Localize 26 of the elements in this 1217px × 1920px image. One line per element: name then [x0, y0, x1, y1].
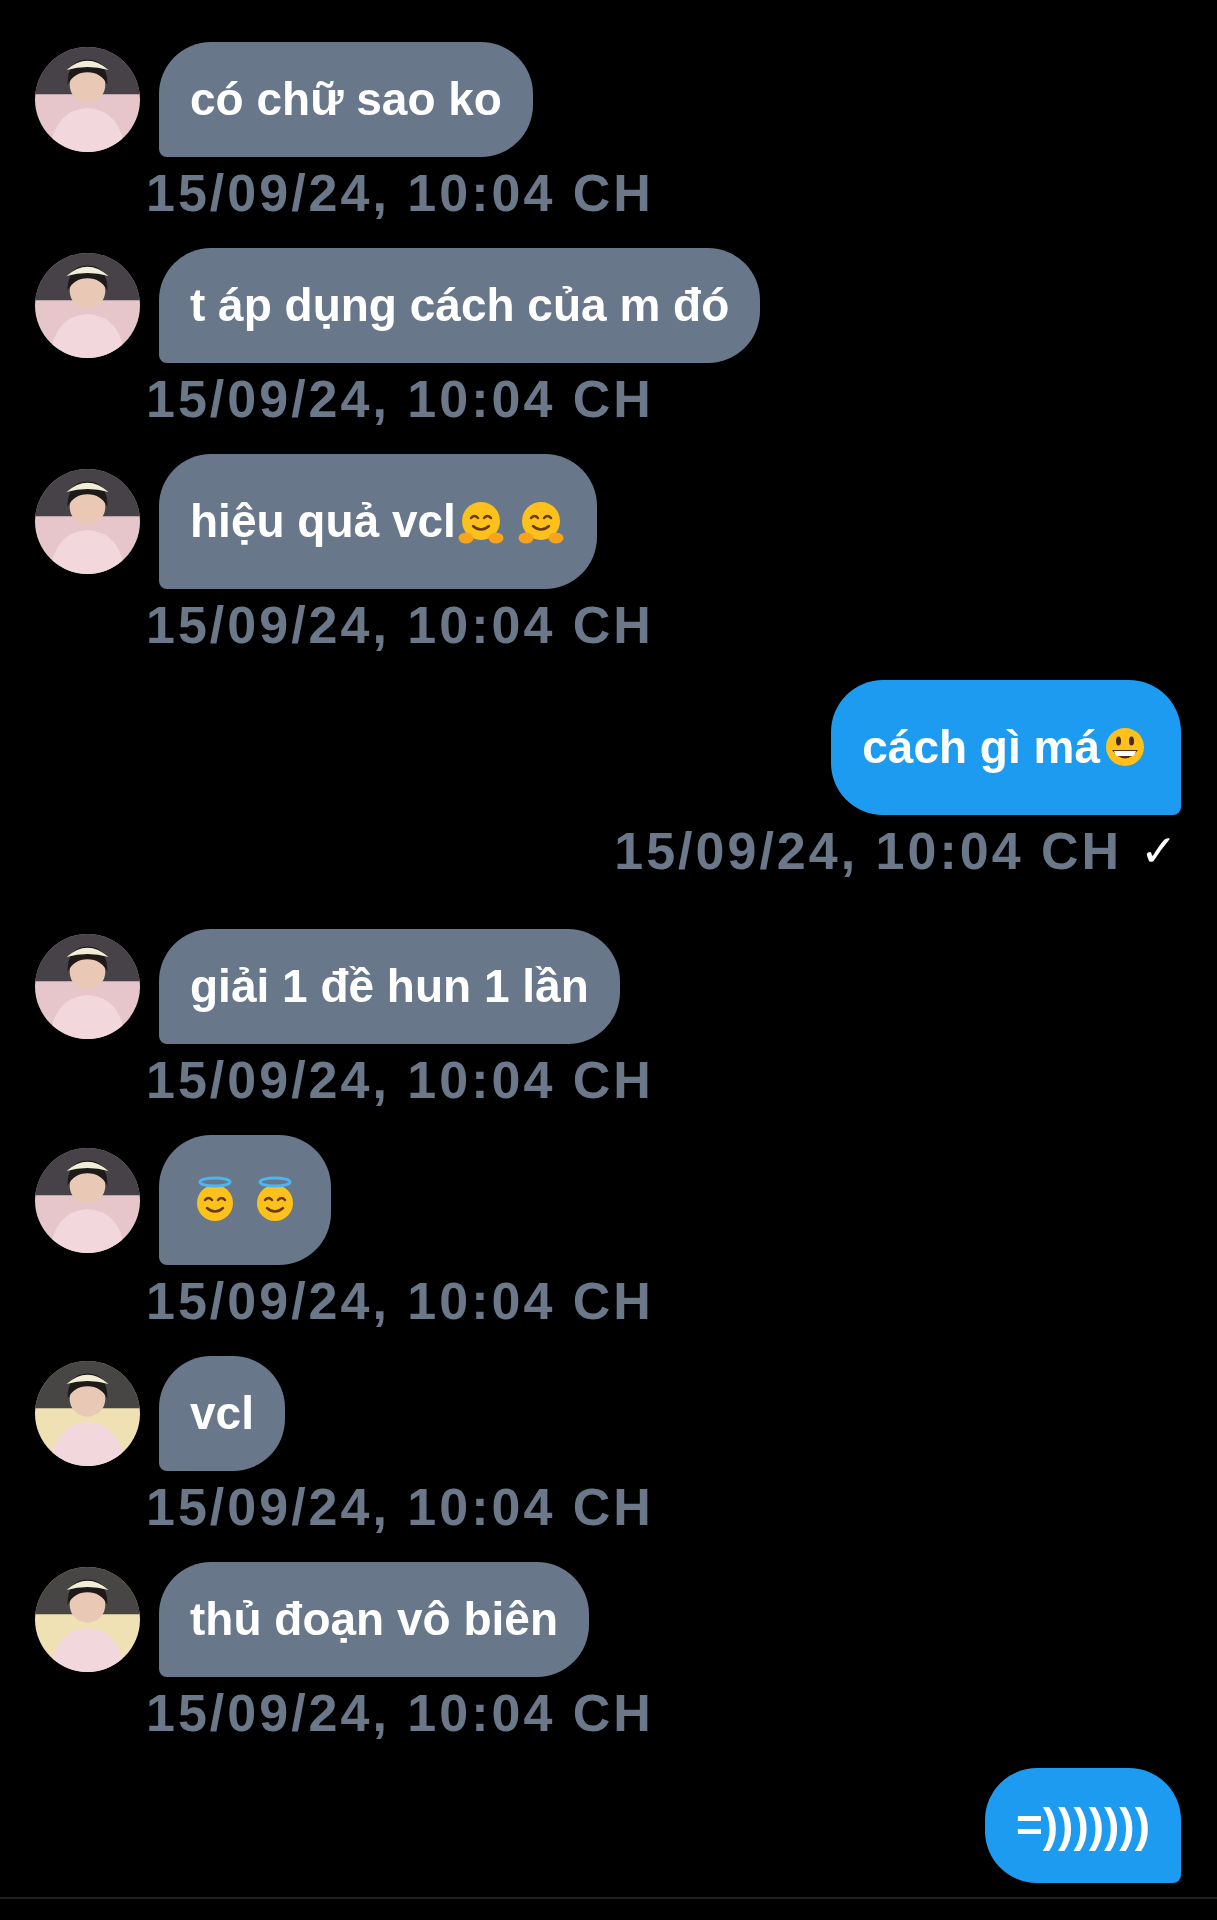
- message-bubble[interactable]: giải 1 đề hun 1 lần: [159, 929, 620, 1044]
- message-bubble[interactable]: hiệu quả vcl: [159, 454, 597, 589]
- timestamp: 15/09/24, 10:04 CH: [146, 165, 654, 221]
- message-text: hiệu quả vcl: [190, 494, 456, 549]
- message-bubble[interactable]: thủ đoạn vô biên: [159, 1562, 589, 1677]
- timestamp: 15/09/24, 10:04 CH: [146, 1052, 654, 1108]
- message-text: thủ đoạn vô biên: [190, 1592, 558, 1647]
- timestamp: 15/09/24, 10:04 CH: [146, 1479, 654, 1535]
- message-bubble[interactable]: có chữ sao ko: [159, 42, 533, 157]
- message-text: =))))))): [1015, 1798, 1150, 1853]
- message-text: có chữ sao ko: [190, 72, 502, 127]
- message-bubble[interactable]: [159, 1135, 331, 1265]
- message-bubble[interactable]: t áp dụng cách của m đó: [159, 248, 761, 363]
- timestamp: 15/09/24, 10:04 CH: [614, 823, 1123, 879]
- timestamp: 15/09/24, 10:04 CH: [146, 597, 654, 653]
- timestamp: 15/09/24, 10:04 CH: [146, 1273, 654, 1329]
- timestamp: 15/09/24, 10:04 CH: [146, 1685, 654, 1741]
- message-text: cách gì má: [862, 720, 1100, 775]
- message-text: giải 1 đề hun 1 lần: [190, 959, 589, 1014]
- read-check-icon: ✓: [1140, 823, 1177, 879]
- message-bubble[interactable]: cách gì má: [831, 680, 1181, 815]
- message-text: t áp dụng cách của m đó: [190, 278, 730, 333]
- message-bubble[interactable]: =))))))): [984, 1768, 1181, 1883]
- message-bubble[interactable]: vcl: [159, 1356, 285, 1471]
- timestamp: 15/09/24, 10:04 CH: [146, 371, 654, 427]
- message-text: vcl: [190, 1386, 254, 1441]
